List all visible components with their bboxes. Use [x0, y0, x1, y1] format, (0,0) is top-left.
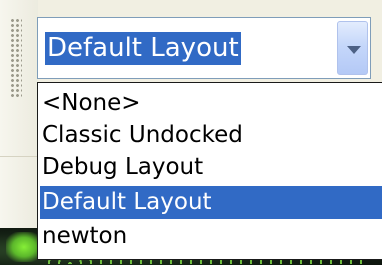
layout-combobox-value[interactable]: Default Layout [45, 32, 241, 65]
layout-option-default-layout[interactable]: Default Layout [40, 186, 382, 219]
layout-dropdown-list: <None> Classic Undocked Debug Layout Def… [37, 82, 382, 260]
layout-option-debug-layout[interactable]: Debug Layout [40, 151, 382, 184]
layout-dropdown-button[interactable] [337, 21, 368, 75]
toolbar-grip-handle[interactable] [10, 18, 22, 98]
chevron-down-icon [347, 46, 361, 54]
toolbar-divider [0, 156, 38, 157]
layout-option-none[interactable]: <None> [40, 87, 382, 120]
toolbar-strip [0, 0, 38, 265]
layout-option-newton[interactable]: newton [40, 220, 382, 253]
layout-option-classic-undocked[interactable]: Classic Undocked [40, 119, 382, 152]
layout-combobox[interactable]: Default Layout [37, 17, 371, 79]
screenshot-stage: Default Layout <None> Classic Undocked D… [0, 0, 382, 265]
